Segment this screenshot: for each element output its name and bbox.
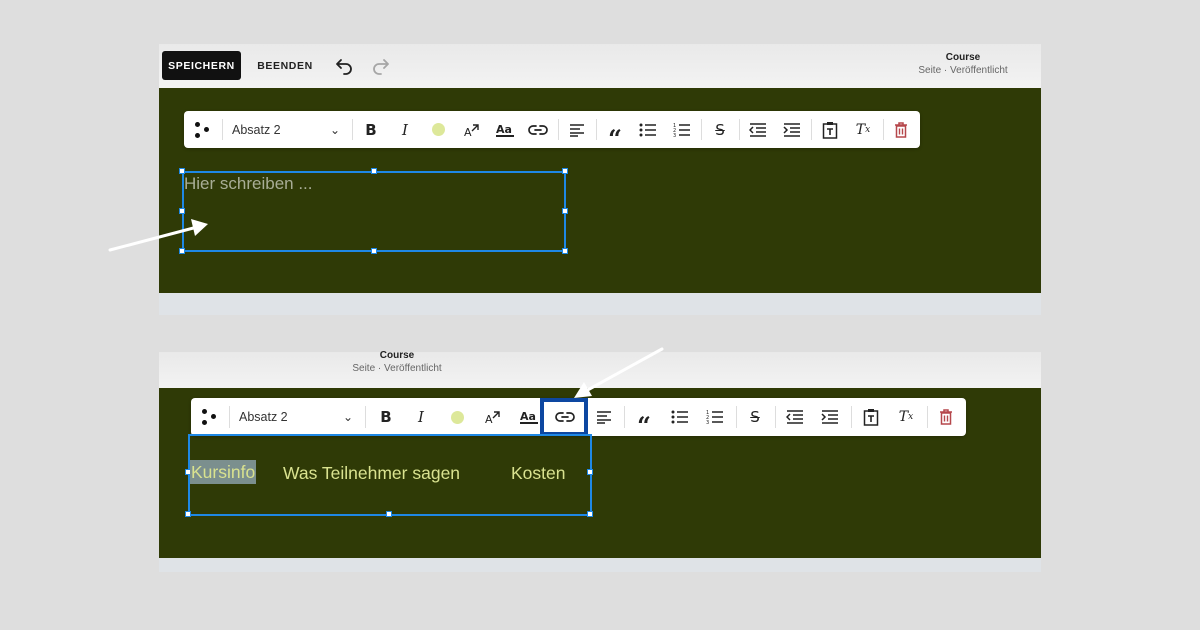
chevron-down-icon: ⌄ bbox=[329, 122, 340, 137]
svg-text:Aa: Aa bbox=[496, 123, 512, 136]
highlight-icon[interactable] bbox=[427, 111, 449, 148]
canvas-bottom-strip bbox=[159, 293, 1041, 315]
align-left-icon[interactable] bbox=[566, 111, 588, 148]
paste-text-icon[interactable] bbox=[860, 398, 882, 436]
numbered-list-icon[interactable]: 123 bbox=[671, 111, 693, 148]
bullet-list-icon[interactable] bbox=[669, 398, 691, 436]
block-format-select[interactable]: Absatz 2 ⌄ bbox=[228, 111, 344, 148]
font-size-icon[interactable]: A bbox=[461, 111, 483, 148]
resize-handle[interactable] bbox=[371, 248, 377, 254]
resize-handle[interactable] bbox=[587, 469, 593, 475]
svg-text:3: 3 bbox=[706, 420, 709, 425]
svg-text:Aa: Aa bbox=[520, 410, 536, 423]
pointer-arrow-icon bbox=[574, 347, 664, 398]
strikethrough-icon[interactable]: S bbox=[744, 398, 766, 436]
exit-button[interactable]: BEENDEN bbox=[253, 51, 317, 80]
svg-text:A: A bbox=[485, 413, 493, 426]
paste-text-icon[interactable] bbox=[819, 111, 841, 148]
page-status: Seite · Veröffentlicht bbox=[352, 363, 442, 374]
clear-format-icon[interactable]: Tx bbox=[852, 111, 874, 148]
bullet-list-icon[interactable] bbox=[637, 111, 659, 148]
delete-icon[interactable] bbox=[935, 398, 957, 436]
resize-handle[interactable] bbox=[562, 208, 568, 214]
delete-icon[interactable] bbox=[890, 111, 912, 148]
resize-handle[interactable] bbox=[386, 511, 392, 517]
page-title: Course bbox=[945, 52, 981, 63]
undo-icon[interactable] bbox=[332, 53, 356, 77]
drag-handle-icon[interactable] bbox=[190, 111, 216, 148]
text-style-icon[interactable]: Aa bbox=[494, 111, 516, 148]
indent-icon[interactable] bbox=[819, 398, 841, 436]
svg-text:3: 3 bbox=[673, 133, 676, 138]
numbered-list-icon[interactable]: 123 bbox=[704, 398, 726, 436]
drag-handle-icon[interactable] bbox=[197, 398, 223, 436]
text-toolbar: Absatz 2 ⌄ B I A Aa “ 123 S Tx bbox=[184, 111, 920, 150]
page-header: Course Seite · Veröffentlicht bbox=[893, 52, 1033, 77]
block-format-select[interactable]: Absatz 2 ⌄ bbox=[235, 398, 357, 436]
bold-icon[interactable]: B bbox=[360, 111, 382, 148]
outdent-icon[interactable] bbox=[784, 398, 806, 436]
bold-icon[interactable]: B bbox=[375, 398, 397, 436]
nav-item[interactable]: Was Teilnehmer sagen bbox=[283, 463, 460, 484]
resize-handle[interactable] bbox=[587, 511, 593, 517]
italic-icon[interactable]: I bbox=[394, 111, 416, 148]
save-button[interactable]: SPEICHERN bbox=[162, 51, 241, 80]
block-format-value: Absatz 2 bbox=[232, 122, 281, 137]
font-size-icon[interactable]: A bbox=[482, 398, 504, 436]
highlight-icon[interactable] bbox=[446, 398, 468, 436]
italic-icon[interactable]: I bbox=[410, 398, 432, 436]
indent-icon[interactable] bbox=[781, 111, 803, 148]
nav-item-selected[interactable]: Kursinfo bbox=[190, 460, 257, 484]
text-placeholder[interactable]: Hier schreiben ... bbox=[184, 174, 313, 194]
link-icon[interactable] bbox=[527, 111, 549, 148]
quote-icon[interactable]: “ bbox=[633, 398, 655, 445]
page-status: Seite · Veröffentlicht bbox=[918, 65, 1008, 76]
clear-format-icon[interactable]: Tx bbox=[895, 398, 917, 436]
svg-text:A: A bbox=[464, 126, 472, 139]
quote-icon[interactable]: “ bbox=[604, 111, 626, 157]
block-format-value: Absatz 2 bbox=[239, 410, 288, 424]
redo-icon[interactable] bbox=[369, 53, 393, 77]
text-style-icon[interactable]: Aa bbox=[518, 398, 540, 436]
strikethrough-icon[interactable]: S bbox=[709, 111, 731, 148]
canvas-bottom-strip bbox=[159, 558, 1041, 572]
resize-handle[interactable] bbox=[185, 511, 191, 517]
page-header: Course Seite · Veröffentlicht bbox=[327, 350, 467, 375]
resize-handle[interactable] bbox=[562, 248, 568, 254]
resize-handle[interactable] bbox=[371, 168, 377, 174]
nav-item[interactable]: Kosten bbox=[511, 463, 565, 484]
chevron-down-icon: ⌄ bbox=[342, 410, 353, 424]
pointer-arrow-icon bbox=[108, 219, 208, 252]
outdent-icon[interactable] bbox=[747, 111, 769, 148]
page-title: Course bbox=[379, 350, 415, 361]
resize-handle[interactable] bbox=[562, 168, 568, 174]
